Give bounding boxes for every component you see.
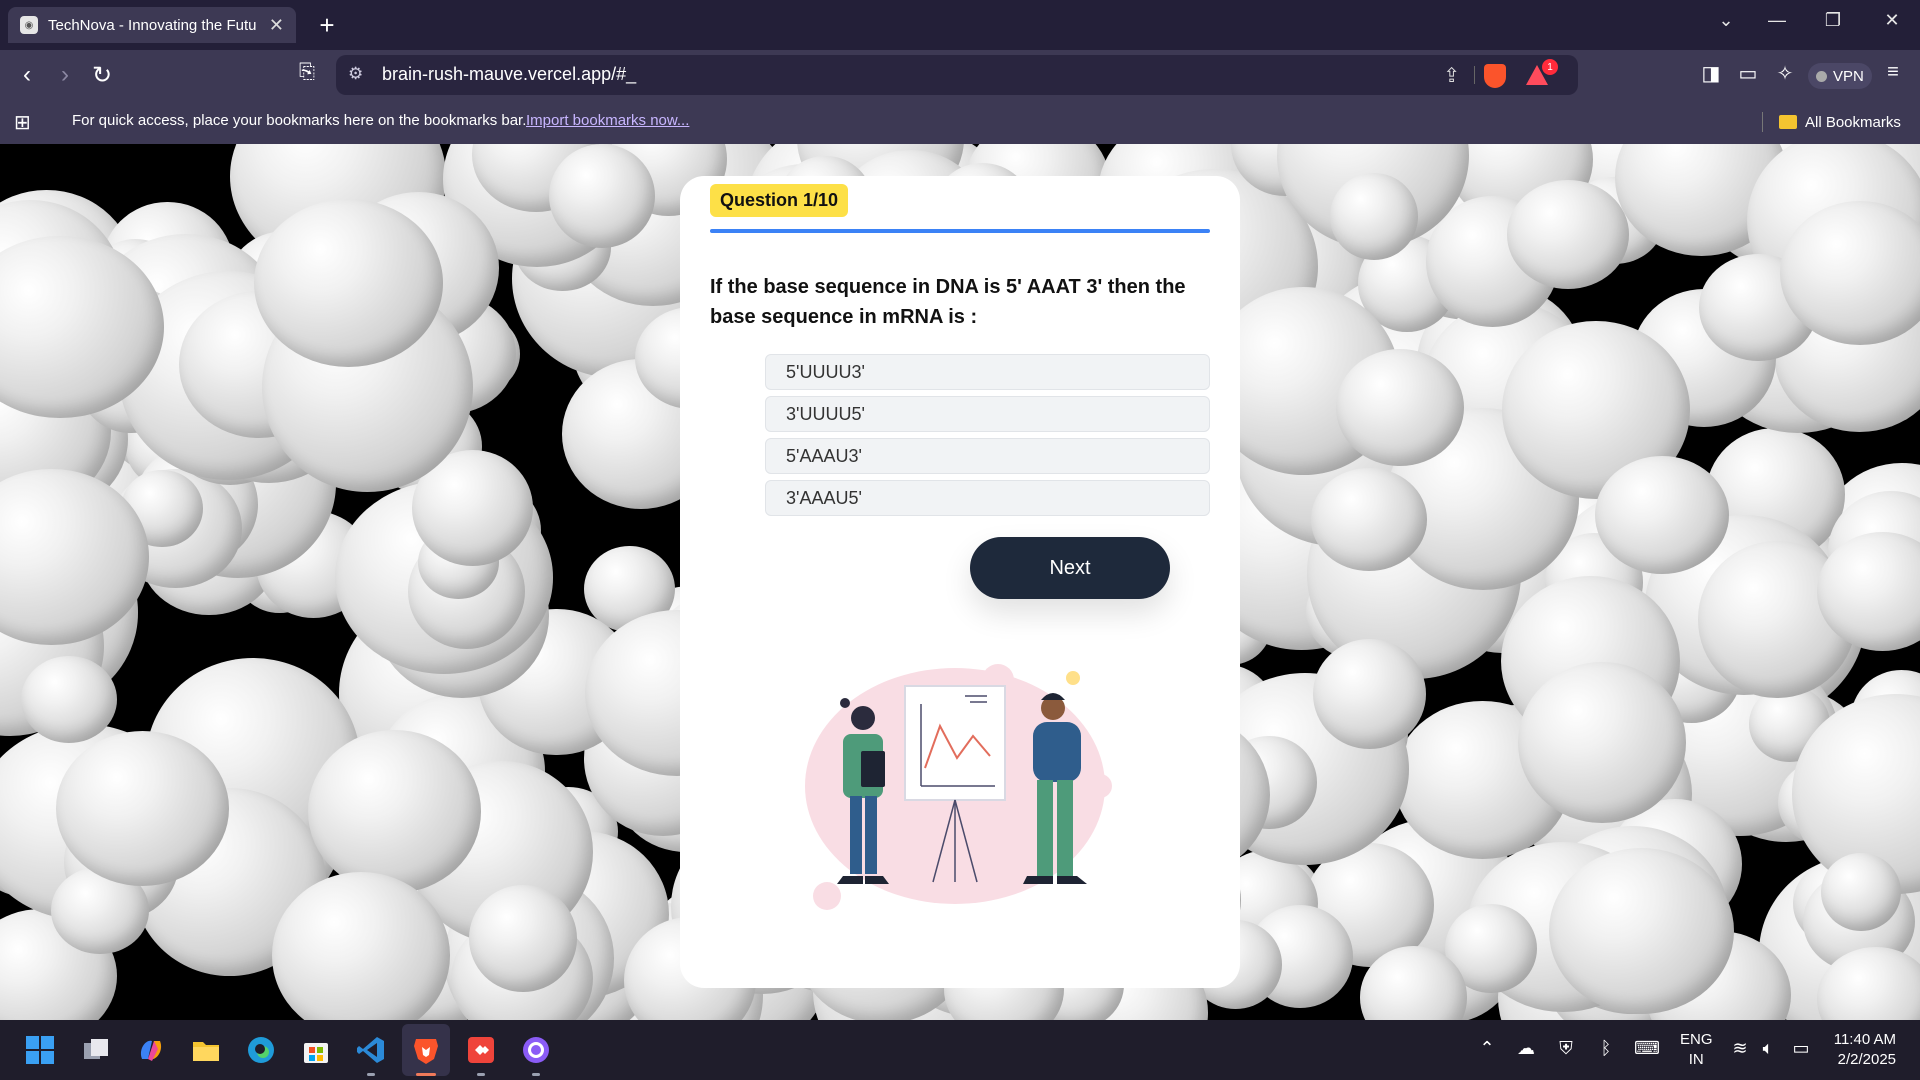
bubble-decoration (1329, 172, 1418, 260)
browser-tab[interactable]: ◉ TechNova - Innovating the Futu ✕ (8, 7, 296, 43)
bubble-decoration (469, 885, 577, 993)
question-counter: Question 1/10 (710, 184, 849, 217)
import-bookmarks-link[interactable]: Import bookmarks now... (526, 112, 689, 129)
answer-option-4[interactable]: 3'AAAU5' (765, 480, 1210, 516)
brave-shields-icon[interactable] (1484, 64, 1506, 88)
tab-search-chevron-icon[interactable]: ⌄ (1711, 10, 1741, 31)
apps-grid-icon[interactable]: ⊞ (14, 110, 31, 135)
bubble-decoration (1821, 852, 1902, 932)
answer-option-2[interactable]: 3'UUUU5' (765, 396, 1210, 432)
all-bookmarks-button[interactable]: All Bookmarks (1762, 112, 1901, 132)
bubble-decoration (253, 198, 443, 367)
vpn-label: VPN (1833, 67, 1864, 85)
sidebar-icon[interactable]: ◨ (1696, 61, 1726, 86)
forward-icon[interactable]: › (50, 61, 80, 89)
bubble-decoration (1506, 180, 1629, 289)
bookmark-page-icon[interactable]: ⎘ (292, 61, 322, 84)
answer-option-3[interactable]: 5'AAAU3' (765, 438, 1210, 474)
region-code: IN (1688, 1051, 1704, 1068)
windows-taskbar: ⌃ ☁ ⛨ ᛒ ⌨ ENG IN ≋ 🔈︎ ▭ 11:40 AM 2/2/202… (0, 1020, 1920, 1080)
bubble-decoration (56, 731, 230, 886)
all-bookmarks-label: All Bookmarks (1805, 113, 1901, 131)
leo-ai-icon[interactable]: ✧ (1770, 61, 1800, 86)
bubble-decoration (1336, 348, 1465, 467)
bubble-decoration (1548, 847, 1735, 1015)
bubble-decoration (307, 730, 481, 893)
bubble-decoration (21, 655, 118, 743)
answer-option-1[interactable]: 5'UUUU3' (765, 354, 1210, 390)
bluetooth-icon[interactable]: ᛒ (1593, 1038, 1619, 1059)
security-shield-icon[interactable]: ⛨ (1553, 1038, 1579, 1059)
vpn-button[interactable]: VPN (1808, 63, 1872, 89)
battery-icon[interactable]: ▭ (1788, 1038, 1814, 1059)
vscode-running-indicator (367, 1073, 375, 1076)
show-hidden-icons-icon[interactable]: ⌃ (1474, 1038, 1500, 1059)
file-explorer-icon[interactable] (188, 1032, 224, 1068)
copilot-icon[interactable] (133, 1032, 169, 1068)
minimize-window-icon[interactable]: — (1762, 10, 1792, 31)
back-icon[interactable]: ‹ (12, 61, 42, 89)
onedrive-cloud-icon[interactable]: ☁ (1513, 1038, 1539, 1059)
keyboard-icon[interactable]: ⌨ (1634, 1038, 1660, 1059)
anydesk-icon[interactable] (463, 1032, 499, 1068)
progress-line (710, 229, 1210, 233)
close-tab-icon[interactable]: ✕ (269, 15, 284, 36)
rewards-badge: 1 (1542, 59, 1558, 75)
language-code: ENG (1680, 1031, 1713, 1048)
site-info-icon[interactable]: ⚙ (348, 64, 363, 84)
bubble-decoration (1518, 661, 1687, 824)
time: 11:40 AM (1833, 1031, 1896, 1048)
language-indicator[interactable]: ENG IN (1680, 1030, 1713, 1070)
windows-start-icon[interactable] (22, 1032, 58, 1068)
github-desktop-icon[interactable] (518, 1032, 554, 1068)
bookmarks-bar: ⊞ For quick access, place your bookmarks… (0, 100, 1920, 144)
date: 2/2/2025 (1837, 1051, 1896, 1068)
address-bar[interactable]: ⚙ brain-rush-mauve.vercel.app/#_ ⇪ 1 (336, 55, 1578, 95)
folder-icon (1779, 115, 1797, 129)
site-favicon-icon: ◉ (20, 16, 38, 34)
vpn-status-icon (1816, 70, 1827, 82)
anydesk-running-indicator (477, 1073, 485, 1076)
task-view-icon[interactable] (78, 1032, 114, 1068)
new-tab-button[interactable]: + (312, 10, 342, 41)
bookmarks-divider (1762, 112, 1763, 132)
brave-active-indicator (416, 1073, 436, 1076)
wallet-icon[interactable]: ▭ (1733, 61, 1763, 86)
tab-title: TechNova - Innovating the Futu (48, 16, 257, 34)
wifi-icon[interactable]: ≋ (1727, 1038, 1753, 1059)
bookmarks-hint: For quick access, place your bookmarks h… (72, 112, 527, 129)
microsoft-store-icon[interactable] (298, 1032, 334, 1068)
next-button[interactable]: Next (970, 537, 1170, 599)
bubble-decoration (1310, 468, 1428, 572)
close-window-icon[interactable]: ✕ (1877, 10, 1907, 31)
restore-window-icon[interactable]: ❐ (1818, 10, 1848, 31)
github-running-indicator (532, 1073, 540, 1076)
bubble-decoration (1594, 455, 1729, 575)
bubble-decoration (1312, 638, 1427, 750)
page-viewport: Question 1/10 If the base sequence in DN… (0, 144, 1920, 1020)
quiz-card: Question 1/10 If the base sequence in DN… (680, 176, 1240, 988)
url-text: brain-rush-mauve.vercel.app/#_ (382, 64, 637, 84)
share-icon[interactable]: ⇪ (1443, 63, 1460, 88)
bubble-decoration (549, 144, 656, 249)
clock[interactable]: 11:40 AM 2/2/2025 (1826, 1030, 1896, 1070)
vs-code-icon[interactable] (353, 1032, 389, 1068)
edge-browser-icon[interactable] (243, 1032, 279, 1068)
volume-icon[interactable]: 🔈︎ (1755, 1038, 1781, 1059)
menu-icon[interactable]: ≡ (1878, 61, 1908, 84)
omnibox-divider (1474, 66, 1475, 84)
reload-icon[interactable]: ↻ (87, 61, 117, 90)
tab-strip: ◉ TechNova - Innovating the Futu ✕ + ⌄ —… (0, 0, 1920, 50)
brave-browser-icon[interactable] (408, 1032, 444, 1068)
question-text: If the base sequence in DNA is 5' AAAT 3… (710, 276, 1186, 328)
answer-options: 5'UUUU3' 3'UUUU5' 5'AAAU3' 3'AAAU5' (765, 354, 1210, 522)
presentation-illustration (805, 664, 1112, 910)
